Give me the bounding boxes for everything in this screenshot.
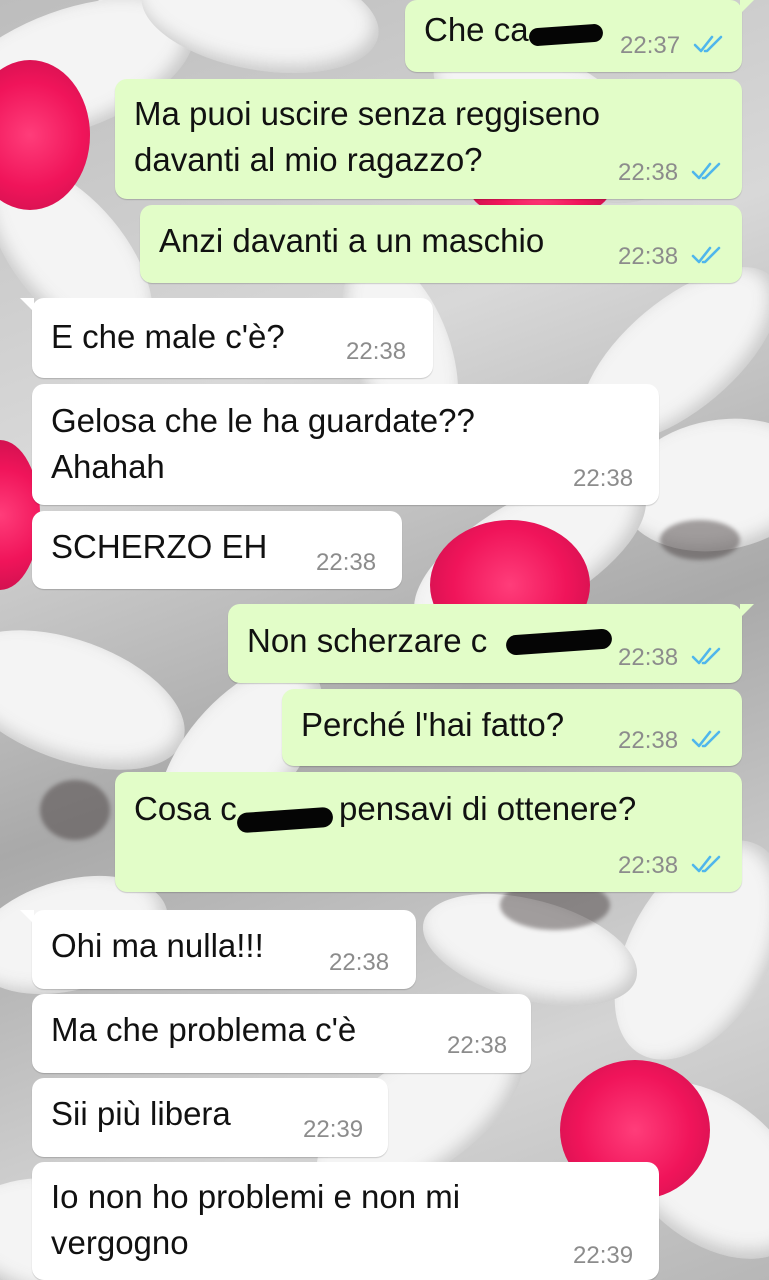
double-check-icon bbox=[691, 162, 721, 180]
message-time: 22:38 bbox=[316, 549, 377, 576]
message-text: SCHERZO EH bbox=[51, 528, 268, 565]
message-text: Sii più libera bbox=[51, 1095, 231, 1132]
message-text: Perché l'hai fatto? bbox=[301, 706, 565, 743]
message-time: 22:38 bbox=[618, 644, 679, 671]
double-check-icon bbox=[693, 35, 723, 53]
double-check-icon bbox=[691, 647, 721, 665]
outgoing-message[interactable]: Perché l'hai fatto? 22:38 bbox=[282, 689, 742, 766]
outgoing-message[interactable]: Anzi davanti a un maschio 22:38 bbox=[140, 205, 742, 283]
message-time: 22:38 bbox=[618, 852, 679, 879]
message-text: Cosa c bbox=[134, 790, 237, 827]
outgoing-message[interactable]: Non scherzare c 22:38 bbox=[228, 604, 754, 683]
message-text: E che male c'è? bbox=[51, 318, 285, 355]
incoming-message[interactable]: Gelosa che le ha guardate?? Ahahah 22:38 bbox=[32, 384, 659, 505]
incoming-message[interactable]: E che male c'è? 22:38 bbox=[20, 298, 433, 378]
incoming-message[interactable]: Ohi ma nulla!!! 22:38 bbox=[20, 910, 416, 989]
message-text: Ma puoi uscire senza reggiseno davanti a… bbox=[134, 95, 600, 178]
message-text: pensavi di ottenere? bbox=[339, 790, 637, 827]
redaction-mark bbox=[505, 628, 613, 656]
message-time: 22:38 bbox=[329, 949, 390, 976]
incoming-message[interactable]: Sii più libera 22:39 bbox=[32, 1078, 388, 1157]
double-check-icon bbox=[691, 730, 721, 748]
message-time: 22:38 bbox=[346, 338, 407, 365]
message-text: Ohi ma nulla!!! bbox=[51, 927, 264, 964]
outgoing-message[interactable]: Ma puoi uscire senza reggiseno davanti a… bbox=[115, 79, 742, 199]
message-time: 22:39 bbox=[573, 1242, 634, 1269]
outgoing-message[interactable]: Cosa c pensavi di ottenere? 22:38 bbox=[115, 772, 742, 892]
message-text: Io non ho problemi e non mi vergogno bbox=[51, 1178, 461, 1261]
redaction-mark bbox=[528, 23, 604, 47]
message-time: 22:38 bbox=[573, 465, 634, 492]
message-time: 22:38 bbox=[447, 1032, 508, 1059]
chat-conversation: Che ca 22:37 Ma puoi uscire senza reggis… bbox=[0, 0, 769, 1280]
double-check-icon bbox=[691, 246, 721, 264]
message-text: Anzi davanti a un maschio bbox=[159, 222, 545, 259]
message-text: Gelosa che le ha guardate?? Ahahah bbox=[51, 402, 475, 485]
message-time: 22:38 bbox=[618, 243, 679, 270]
message-time: 22:38 bbox=[618, 727, 679, 754]
redaction-mark bbox=[236, 806, 334, 834]
message-text: Ma che problema c'è bbox=[51, 1011, 357, 1048]
message-time: 22:37 bbox=[620, 32, 681, 59]
message-time: 22:39 bbox=[303, 1116, 364, 1143]
message-text: Che ca bbox=[424, 11, 529, 48]
outgoing-message[interactable]: Che ca 22:37 bbox=[405, 0, 754, 72]
message-time: 22:38 bbox=[618, 159, 679, 186]
incoming-message[interactable]: SCHERZO EH 22:38 bbox=[32, 511, 402, 589]
incoming-message[interactable]: Ma che problema c'è 22:38 bbox=[32, 994, 531, 1073]
incoming-message[interactable]: Io non ho problemi e non mi vergogno 22:… bbox=[32, 1162, 659, 1280]
message-text: Non scherzare c bbox=[247, 622, 488, 659]
double-check-icon bbox=[691, 855, 721, 873]
